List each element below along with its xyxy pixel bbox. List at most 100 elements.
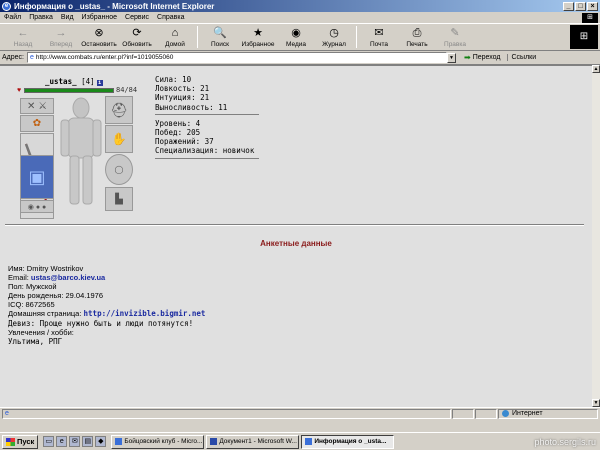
profile-hobby: Ультима, РПГ (8, 336, 63, 346)
print-icon: ⎙ (412, 26, 422, 39)
character-info-icon[interactable]: i (96, 80, 103, 86)
media-button[interactable]: ◉ Медиа (277, 24, 315, 50)
back-button[interactable]: ← Назад (4, 24, 42, 50)
small-slots[interactable]: ◉ ● ● (20, 200, 54, 213)
stat-intuition: Интуиция: 21 (155, 93, 210, 103)
task-button-fight-club[interactable]: Бойцовский клуб - Micro... (111, 434, 205, 449)
home-button[interactable]: ⌂ Домой (156, 24, 194, 50)
status-cell (452, 408, 474, 419)
page-content: _ustas_ [4] i ♥ 84/84 ✕ ⚔ ✿ ▣ ◉ ● ● ⛑ ✋ ◯… (0, 65, 592, 407)
menu-bar: Файл Правка Вид Избранное Сервис Справка… (0, 12, 600, 24)
profile-gender: Пол: Мужской (8, 282, 57, 292)
search-button[interactable]: 🔍 Поиск (201, 24, 239, 50)
character-level: [4] (81, 77, 95, 86)
character-name: _ustas_ (45, 77, 77, 86)
favorites-icon: ★ (253, 26, 263, 39)
page-icon: e (29, 54, 34, 61)
home-icon: ⌂ (171, 26, 179, 39)
status-cell (475, 408, 497, 419)
task-button-word[interactable]: Документ1 - Microsoft W... (206, 434, 300, 449)
profile-birthday: День рожденья: 29.04.1976 (8, 291, 104, 301)
close-button[interactable]: × (587, 1, 598, 11)
record-specialization: Специализация: новичок (155, 146, 255, 156)
stat-agility: Ловкость: 21 (155, 84, 210, 94)
print-button[interactable]: ⎙ Печать (398, 24, 436, 50)
record-wins: Побед: 205 (155, 128, 201, 138)
armor-slot[interactable]: ▣ (20, 155, 54, 199)
maximize-button[interactable]: □ (575, 1, 586, 11)
stat-strength: Сила: 10 (155, 75, 192, 84)
menu-edit[interactable]: Правка (29, 14, 53, 21)
mail-button[interactable]: ✉ Почта (360, 24, 398, 50)
edit-button[interactable]: ✎ Правка (436, 24, 474, 50)
boots-slot[interactable]: ▙ (105, 187, 133, 211)
heart-icon: ♥ (17, 87, 22, 94)
forward-arrow-icon: → (55, 26, 67, 39)
amulet-icon: ✿ (32, 118, 42, 129)
taskbar: Пуск ▭ e ✉ ▤ ◆ Бойцовский клуб - Micro..… (0, 432, 600, 450)
scroll-down-button[interactable]: ▼ (592, 399, 600, 407)
go-button[interactable]: ➡ Переход (464, 53, 501, 62)
folder-icon[interactable]: ▤ (82, 436, 94, 447)
amulet-slot[interactable]: ✿ (20, 115, 54, 132)
history-button[interactable]: ◷ Журнал (315, 24, 353, 50)
start-button[interactable]: Пуск (2, 434, 39, 449)
email-link[interactable]: ustas@barco.kiev.ua (31, 273, 105, 282)
forward-button[interactable]: → Вперед (42, 24, 80, 50)
minimize-button[interactable]: _ (563, 1, 574, 11)
app-icon[interactable]: ◆ (95, 436, 107, 447)
page-done-icon: e (5, 410, 9, 417)
address-bar: Адрес: e http://www.combats.ru/enter.pl?… (0, 51, 600, 65)
gloves-slot[interactable]: ✋ (105, 125, 133, 153)
scroll-up-button[interactable]: ▲ (592, 65, 600, 73)
address-label: Адрес: (2, 54, 24, 61)
back-arrow-icon: ← (17, 26, 29, 39)
window-controls: _ □ × (563, 1, 598, 11)
helmet-slot[interactable]: ⛑ (105, 96, 133, 124)
links-button[interactable]: Ссылки (506, 54, 536, 61)
quick-launch: ▭ e ✉ ▤ ◆ (43, 436, 107, 447)
menu-help[interactable]: Справка (157, 14, 184, 21)
globe-icon (502, 410, 509, 417)
outlook-icon[interactable]: ✉ (69, 436, 81, 447)
word-task-icon (210, 438, 218, 445)
ie-icon[interactable]: e (56, 436, 68, 447)
history-icon: ◷ (329, 26, 339, 39)
address-url: http://www.combats.ru/enter.pl?inf=10190… (35, 54, 174, 61)
refresh-button[interactable]: ⟳ Обновить (118, 24, 156, 50)
helmet-icon: ⛑ (110, 101, 128, 118)
ie-logo-icon: e (2, 1, 11, 11)
shield-slot[interactable]: ◯ (105, 154, 133, 185)
profile-motto: Девиз: Проще нужно быть и люди потянутся… (8, 318, 194, 328)
menu-tools[interactable]: Сервис (125, 14, 149, 21)
watermark: photo.sergils.ru (534, 437, 596, 447)
hp-bar (24, 88, 114, 93)
homepage-link[interactable]: http://invizible.bigmir.net (84, 309, 206, 318)
status-text-area: e (2, 408, 451, 419)
profile-name: Имя: Dmitry Wostrikov (8, 264, 84, 273)
favorites-button[interactable]: ★ Избранное (239, 24, 277, 50)
vertical-scrollbar[interactable]: ▲ ▼ (592, 65, 600, 407)
menu-favorites[interactable]: Избранное (82, 14, 117, 21)
menu-view[interactable]: Вид (61, 14, 74, 21)
address-input[interactable]: e http://www.combats.ru/enter.pl?inf=101… (26, 52, 447, 63)
mail-icon: ✉ (374, 26, 384, 39)
hp-value: 84/84 (116, 86, 138, 94)
search-icon: 🔍 (213, 26, 227, 39)
record-level: Уровень: 4 (155, 118, 201, 128)
address-dropdown-button[interactable]: ▼ (446, 52, 456, 63)
profile-section-title: Анкетные данные (260, 239, 332, 248)
stat-endurance: Выносливость: 11 (155, 102, 228, 112)
profile-hobby-label: Увлечения / хобби: (8, 327, 74, 337)
window-title: Информация о _ustas_ - Microsoft Interne… (14, 1, 215, 11)
desktop-icon[interactable]: ▭ (43, 436, 55, 447)
profile-homepage-line: Домашняя страница: http://invizible.bigm… (8, 309, 206, 319)
media-icon: ◉ (291, 26, 301, 39)
edit-icon: ✎ (450, 26, 460, 39)
equipment-slot-weapon-icons[interactable]: ✕ ⚔ (20, 98, 54, 114)
stop-button[interactable]: ⊗ Остановить (80, 24, 118, 50)
task-button-info[interactable]: Информация о _usta... (301, 434, 395, 449)
menu-file[interactable]: Файл (4, 14, 21, 21)
character-name-line: _ustas_ [4] i (45, 77, 103, 86)
stats-divider (155, 113, 259, 115)
